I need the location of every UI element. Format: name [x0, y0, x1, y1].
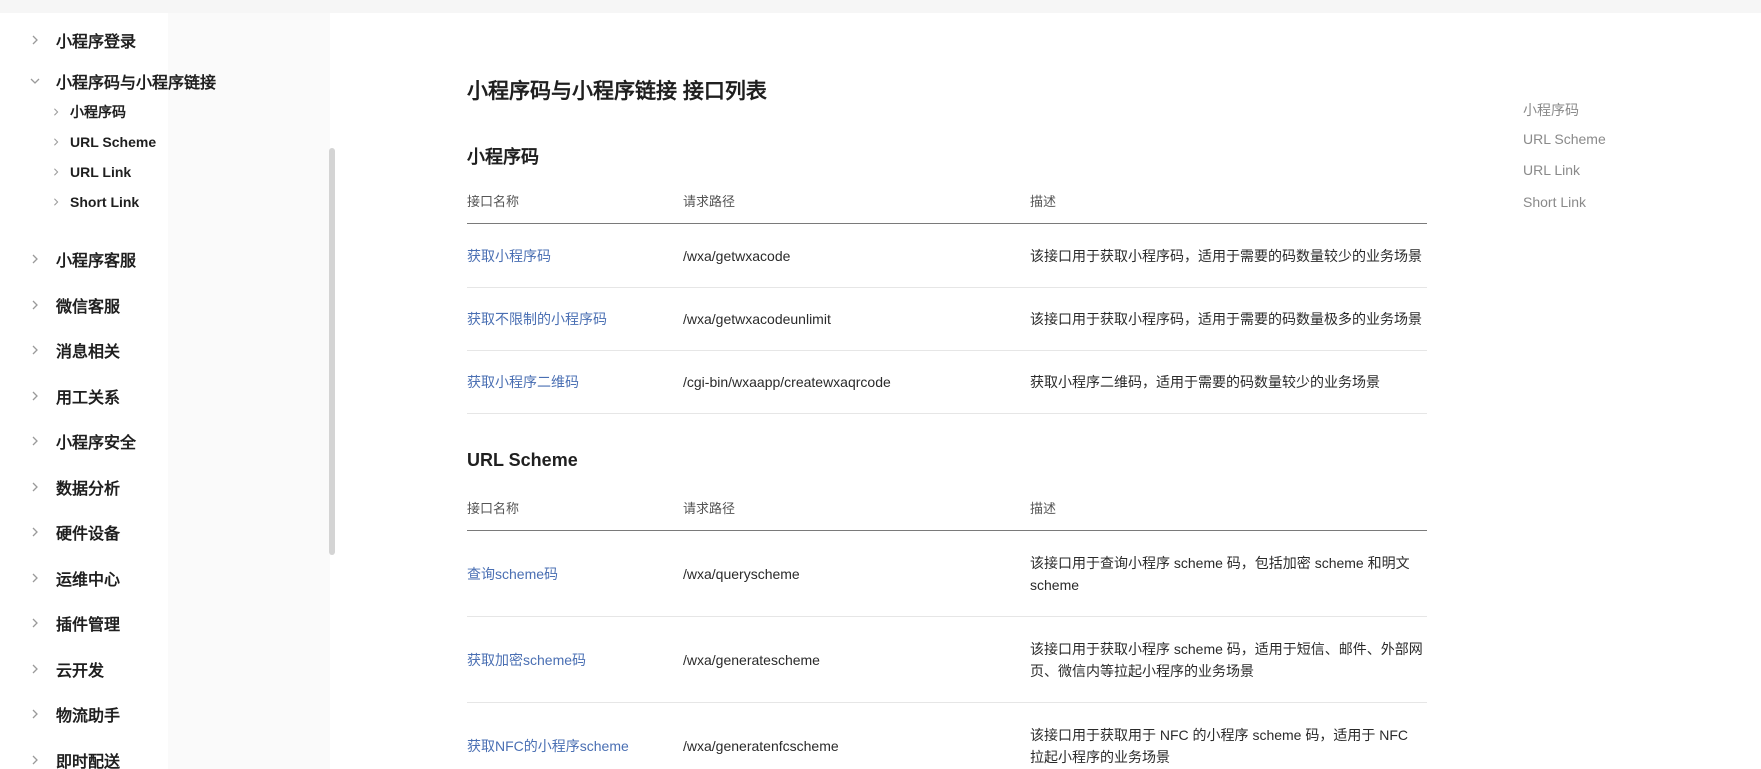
sidebar-subitem-label: URL Link — [70, 164, 132, 180]
table-header: 接口名称 请求路径 描述 — [467, 490, 1427, 531]
chevron-right-icon — [28, 252, 42, 266]
column-header-name: 接口名称 — [467, 501, 520, 516]
toc-item-qrcode[interactable]: 小程序码 — [1523, 100, 1579, 120]
sidebar-subitem-label: 小程序码 — [70, 104, 126, 120]
api-path: /wxa/generatenfcscheme — [683, 737, 839, 754]
column-header-path: 请求路径 — [683, 501, 736, 516]
sidebar-item-label: 硬件设备 — [56, 526, 121, 543]
chevron-right-icon — [50, 106, 62, 118]
api-path: /wxa/getwxacode — [683, 247, 791, 264]
api-name-link[interactable]: 获取不限制的小程序码 — [467, 309, 607, 329]
column-header-path: 请求路径 — [683, 194, 736, 209]
chevron-right-icon — [28, 571, 42, 585]
toc-item-url-scheme[interactable]: URL Scheme — [1523, 131, 1606, 147]
table-row: 获取加密scheme码 /wxa/generatescheme 该接口用于获取小… — [467, 617, 1427, 703]
chevron-right-icon — [28, 707, 42, 721]
table-row: 获取不限制的小程序码 /wxa/getwxacodeunlimit 该接口用于获… — [467, 288, 1427, 351]
chevron-right-icon — [50, 196, 62, 208]
table-row: 获取小程序码 /wxa/getwxacode 该接口用于获取小程序码，适用于需要… — [467, 224, 1427, 288]
chevron-right-icon — [50, 136, 62, 148]
api-description: 该接口用于查询小程序 scheme 码，包括加密 scheme 和明文 sche… — [1030, 554, 1410, 593]
chevron-right-icon — [28, 753, 42, 767]
sidebar-item-label: 小程序安全 — [56, 435, 137, 452]
api-description: 该接口用于获取用于 NFC 的小程序 scheme 码，适用于 NFC 拉起小程… — [1030, 726, 1409, 765]
sidebar-scrollbar[interactable] — [329, 148, 335, 555]
column-header-desc: 描述 — [1030, 501, 1057, 516]
chevron-right-icon — [28, 343, 42, 357]
top-bar — [0, 0, 1761, 13]
table-row: 获取小程序二维码 /cgi-bin/wxaapp/createwxaqrcode… — [467, 351, 1427, 414]
sidebar-item-label: 小程序客服 — [56, 253, 137, 270]
sidebar-item-label: 小程序登录 — [56, 34, 137, 51]
sidebar-item-label: 物流助手 — [56, 708, 121, 725]
chevron-right-icon — [50, 166, 62, 178]
api-path: /wxa/queryscheme — [683, 565, 800, 582]
sidebar-item-label: 小程序码与小程序链接 — [56, 75, 217, 92]
toc-item-short-link[interactable]: Short Link — [1523, 194, 1586, 210]
page-title: 小程序码与小程序链接 接口列表 — [467, 80, 767, 103]
sidebar-item-label: 微信客服 — [56, 299, 121, 316]
chevron-right-icon — [28, 298, 42, 312]
section-title-qrcode: 小程序码 — [467, 147, 539, 167]
chevron-right-icon — [28, 662, 42, 676]
api-name-link[interactable]: 获取NFC的小程序scheme — [467, 736, 629, 756]
sidebar-item-label: 即时配送 — [56, 754, 121, 769]
api-description: 该接口用于获取小程序码，适用于需要的码数量较少的业务场景 — [1030, 247, 1422, 264]
table-row: 获取NFC的小程序scheme /wxa/generatenfcscheme 该… — [467, 703, 1427, 769]
chevron-right-icon — [28, 389, 42, 403]
chevron-right-icon — [28, 480, 42, 494]
sidebar-item-label: 数据分析 — [56, 481, 121, 498]
api-path: /wxa/generatescheme — [683, 651, 820, 668]
api-description: 获取小程序二维码，适用于需要的码数量较少的业务场景 — [1030, 374, 1380, 390]
api-path: /wxa/getwxacodeunlimit — [683, 311, 831, 327]
section-title-url-scheme: URL Scheme — [467, 450, 578, 470]
chevron-right-icon — [28, 434, 42, 448]
table-row: 查询scheme码 /wxa/queryscheme 该接口用于查询小程序 sc… — [467, 531, 1427, 617]
column-header-desc: 描述 — [1030, 194, 1057, 209]
column-header-name: 接口名称 — [467, 194, 520, 209]
sidebar-item-label: 消息相关 — [56, 344, 121, 361]
api-table-url-scheme: 接口名称 请求路径 描述 查询scheme码 /wxa/queryscheme … — [467, 490, 1427, 769]
sidebar-subitem-label: URL Scheme — [70, 134, 157, 150]
sidebar-item-label: 运维中心 — [56, 572, 121, 589]
api-description: 该接口用于获取小程序码，适用于需要的码数量极多的业务场景 — [1030, 311, 1422, 327]
api-name-link[interactable]: 获取小程序二维码 — [467, 372, 579, 392]
api-name-link[interactable]: 获取加密scheme码 — [467, 650, 586, 670]
sidebar-item-label: 插件管理 — [56, 617, 121, 634]
chevron-right-icon — [28, 616, 42, 630]
table-header: 接口名称 请求路径 描述 — [467, 183, 1427, 224]
sidebar-subitem-label: Short Link — [70, 194, 140, 210]
api-path: /cgi-bin/wxaapp/createwxaqrcode — [683, 374, 891, 390]
chevron-right-icon — [28, 525, 42, 539]
api-name-link[interactable]: 查询scheme码 — [467, 564, 558, 584]
api-description: 该接口用于获取小程序 scheme 码，适用于短信、邮件、外部网页、微信内等拉起… — [1030, 640, 1423, 679]
chevron-right-icon — [28, 33, 42, 47]
sidebar-item-label: 云开发 — [56, 663, 105, 680]
api-table-qrcode: 接口名称 请求路径 描述 获取小程序码 /wxa/getwxacode 该接口用… — [467, 183, 1427, 414]
chevron-down-icon — [28, 74, 42, 88]
api-name-link[interactable]: 获取小程序码 — [467, 246, 551, 266]
toc-item-url-link[interactable]: URL Link — [1523, 162, 1580, 178]
sidebar-item-label: 用工关系 — [56, 390, 121, 407]
sidebar: 小程序登录 小程序码与小程序链接 小程序码 URL Scheme URL Lin… — [0, 13, 330, 769]
